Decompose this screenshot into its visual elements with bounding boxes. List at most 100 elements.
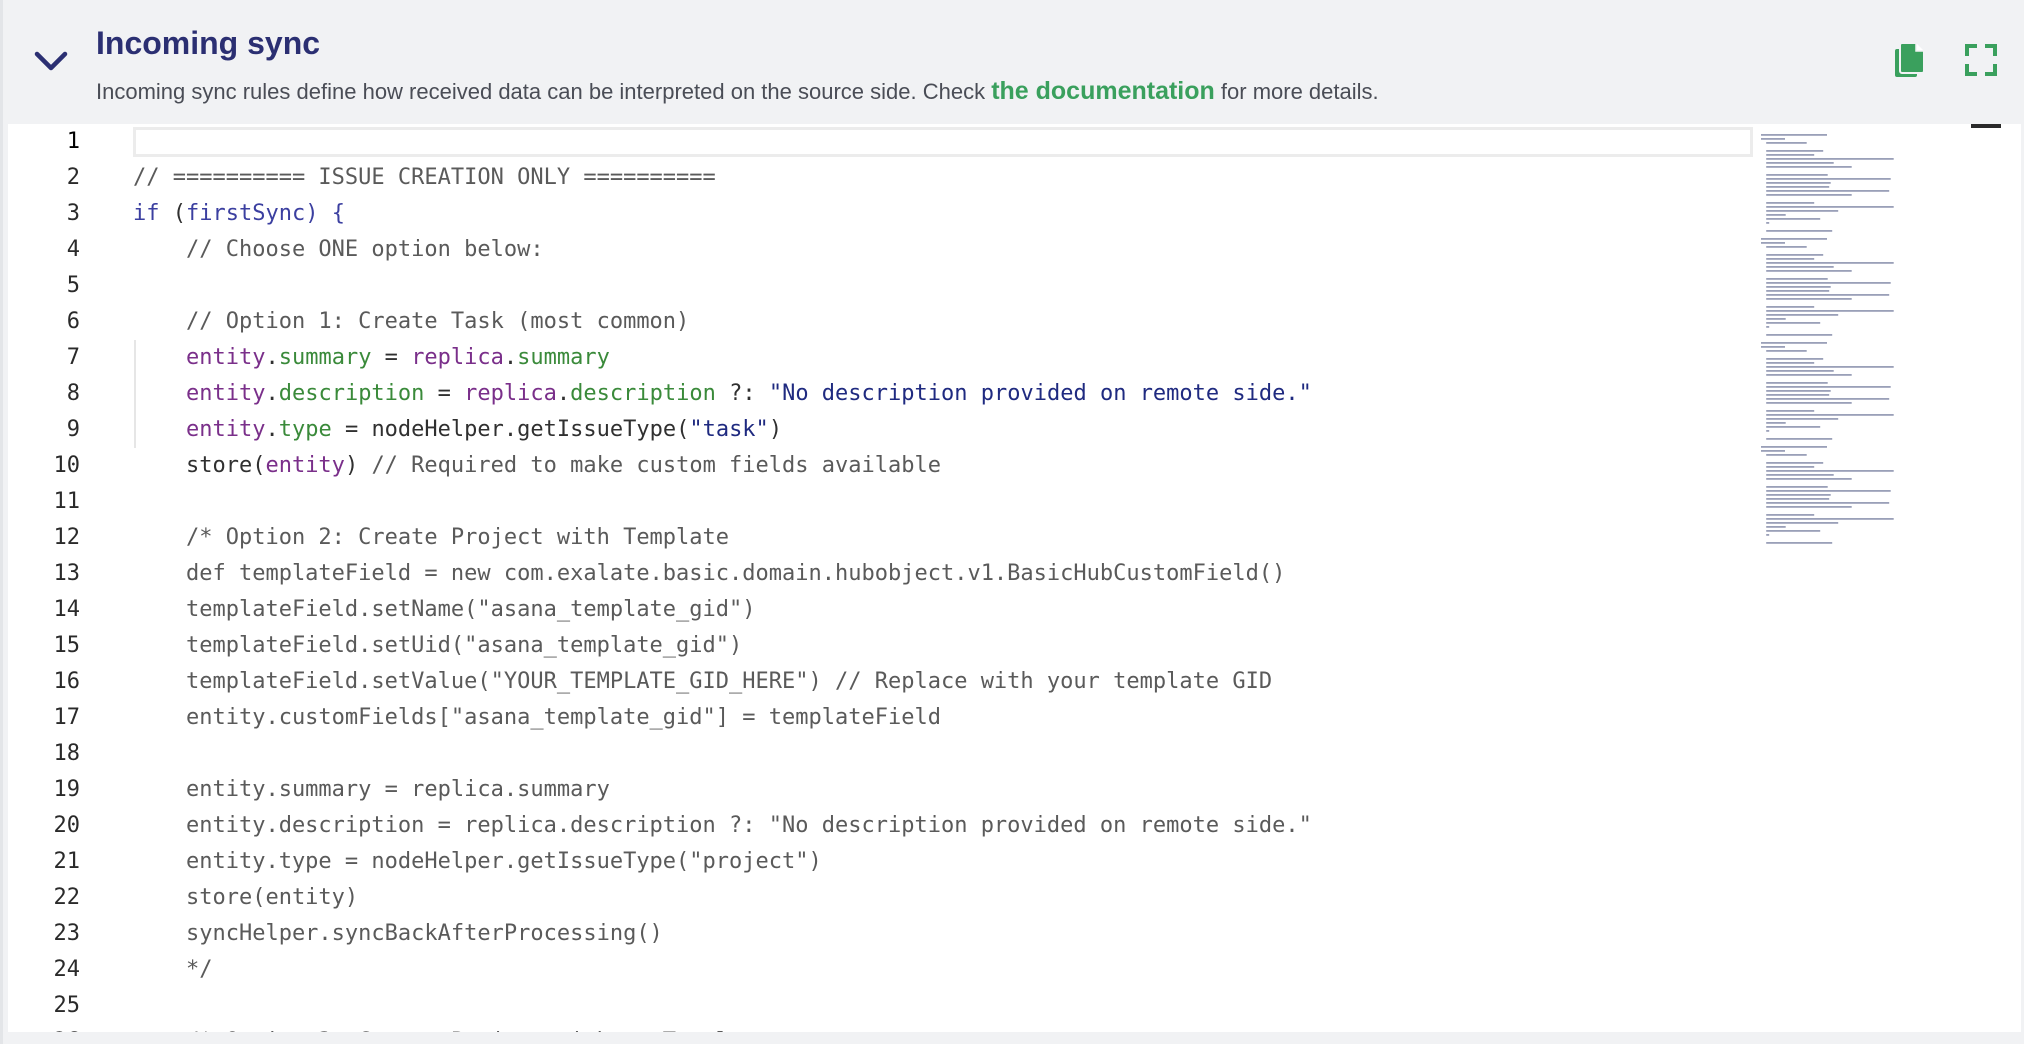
line-number: 6 — [66, 309, 80, 334]
code-content[interactable]: // ========== ISSUE CREATION ONLY ======… — [133, 124, 1753, 1044]
line-number: 3 — [66, 201, 80, 226]
code-token: // Choose ONE option below: — [133, 237, 544, 262]
code-token: def templateField = new com.exalate.basi… — [133, 561, 1286, 586]
minimap-line — [1766, 150, 1824, 152]
minimap-line — [1766, 402, 1852, 404]
minimap-line — [1766, 474, 1834, 476]
minimap-line — [1766, 218, 1821, 220]
code-token: . — [265, 345, 279, 370]
minimap-line — [1761, 446, 1827, 448]
line-number: 12 — [53, 525, 81, 550]
code-line: entity.type = nodeHelper.getIssueType("t… — [133, 412, 782, 448]
minimap-line — [1766, 174, 1828, 176]
fullscreen-icon — [1964, 43, 1998, 82]
code-token: ) — [344, 453, 372, 478]
code-line: if (firstSync) { — [133, 196, 345, 232]
code-token: // ========== ISSUE CREATION ONLY ======… — [133, 165, 716, 190]
line-number: 16 — [53, 669, 81, 694]
minimap-line — [1766, 142, 1807, 144]
minimap-line — [1766, 422, 1786, 424]
code-token: . — [265, 381, 279, 406]
line-number: 4 — [66, 237, 80, 262]
panel-title: Incoming sync — [96, 25, 321, 61]
line-number: 21 — [53, 849, 81, 874]
minimap-line — [1761, 238, 1827, 240]
minimap-line — [1766, 410, 1815, 412]
code-token: templateField.setUid("asana_template_gid… — [133, 633, 743, 658]
minimap-line — [1766, 358, 1824, 360]
code-token: syncHelper.syncBackAfterProcessing() — [133, 921, 663, 946]
minimap-line — [1766, 270, 1852, 272]
minimap-line — [1766, 294, 1890, 296]
code-line: store(entity) // Required to make custom… — [133, 448, 941, 484]
line-number: 25 — [53, 993, 81, 1018]
scrollbar-thumb[interactable] — [1971, 124, 2001, 128]
code-token: summary — [278, 345, 372, 370]
minimap-line — [1766, 414, 1894, 416]
panel-header: Incoming sync Incoming sync rules define… — [3, 0, 2024, 124]
code-token: ?: — [715, 381, 769, 406]
minimap-preview — [1761, 134, 1894, 544]
code-line: /* Option 2: Create Project with Templat… — [133, 520, 729, 556]
horizontal-scrollbar[interactable] — [8, 1032, 2021, 1044]
line-number: 1 — [66, 129, 80, 154]
code-token: summary — [517, 345, 610, 370]
code-token: firstSync — [186, 201, 306, 226]
line-number: 10 — [53, 453, 81, 478]
minimap-line — [1766, 298, 1852, 300]
code-token: replica — [411, 345, 504, 370]
minimap-line — [1766, 314, 1839, 316]
code-token: */ — [133, 957, 213, 982]
code-editor[interactable]: 1 2 3 4 5 6 7 8 9 10 11 12 13 14 15 16 17 18 19 20 21 22 23 24 2… — [8, 124, 2021, 1044]
minimap-line — [1766, 230, 1833, 232]
fullscreen-button[interactable] — [1957, 38, 2005, 86]
minimap-line — [1766, 262, 1894, 264]
minimap-line — [1766, 186, 1830, 188]
code-token: entity.type = nodeHelper.getIssueType("p… — [133, 849, 822, 874]
minimap-line — [1766, 438, 1833, 440]
code-token: = — [424, 381, 465, 406]
code-token: entity.customFields["asana_template_gid"… — [133, 705, 941, 730]
code-line: entity.type = nodeHelper.getIssueType("p… — [133, 844, 822, 880]
code-token: entity — [185, 417, 266, 442]
minimap-line — [1766, 514, 1815, 516]
minimap-line — [1766, 214, 1786, 216]
documentation-link[interactable]: the documentation — [991, 77, 1215, 105]
minimap-line — [1766, 254, 1824, 256]
minimap-line — [1766, 266, 1834, 268]
minimap-line — [1766, 478, 1852, 480]
code-token: templateField.setName("asana_template_gi… — [133, 597, 756, 622]
minimap-line — [1766, 194, 1852, 196]
vertical-scrollbar[interactable] — [1963, 124, 2021, 1044]
code-token: ) — [768, 417, 783, 442]
minimap-line — [1766, 222, 1770, 224]
code-token: . — [556, 381, 571, 406]
minimap-line — [1766, 322, 1821, 324]
minimap-line — [1766, 418, 1839, 420]
code-token: description — [278, 381, 425, 406]
copy-icon — [1892, 40, 1928, 85]
copy-button[interactable] — [1886, 38, 1934, 86]
line-number: 14 — [53, 597, 81, 622]
collapse-button[interactable] — [31, 46, 71, 80]
minimap-line — [1766, 290, 1830, 292]
description-suffix: for more details. — [1214, 79, 1379, 104]
code-line: // Choose ONE option below: — [133, 232, 544, 268]
minimap-line — [1766, 430, 1770, 432]
code-token: ( — [159, 201, 186, 226]
code-token: store(entity) — [133, 885, 359, 910]
line-number: 11 — [53, 489, 81, 514]
code-token: store( — [133, 453, 266, 478]
code-line: entity.summary = replica.summary — [133, 340, 610, 376]
code-minimap[interactable] — [1753, 124, 1963, 1044]
line-number: 20 — [53, 813, 81, 838]
minimap-line — [1766, 530, 1821, 532]
minimap-line — [1766, 334, 1833, 336]
code-token: . — [503, 345, 518, 370]
code-line: // ========== ISSUE CREATION ONLY ======… — [133, 160, 716, 196]
code-line: // Option 1: Create Task (most common) — [133, 304, 689, 340]
minimap-line — [1766, 306, 1815, 308]
code-line: templateField.setValue("YOUR_TEMPLATE_GI… — [133, 664, 1272, 700]
